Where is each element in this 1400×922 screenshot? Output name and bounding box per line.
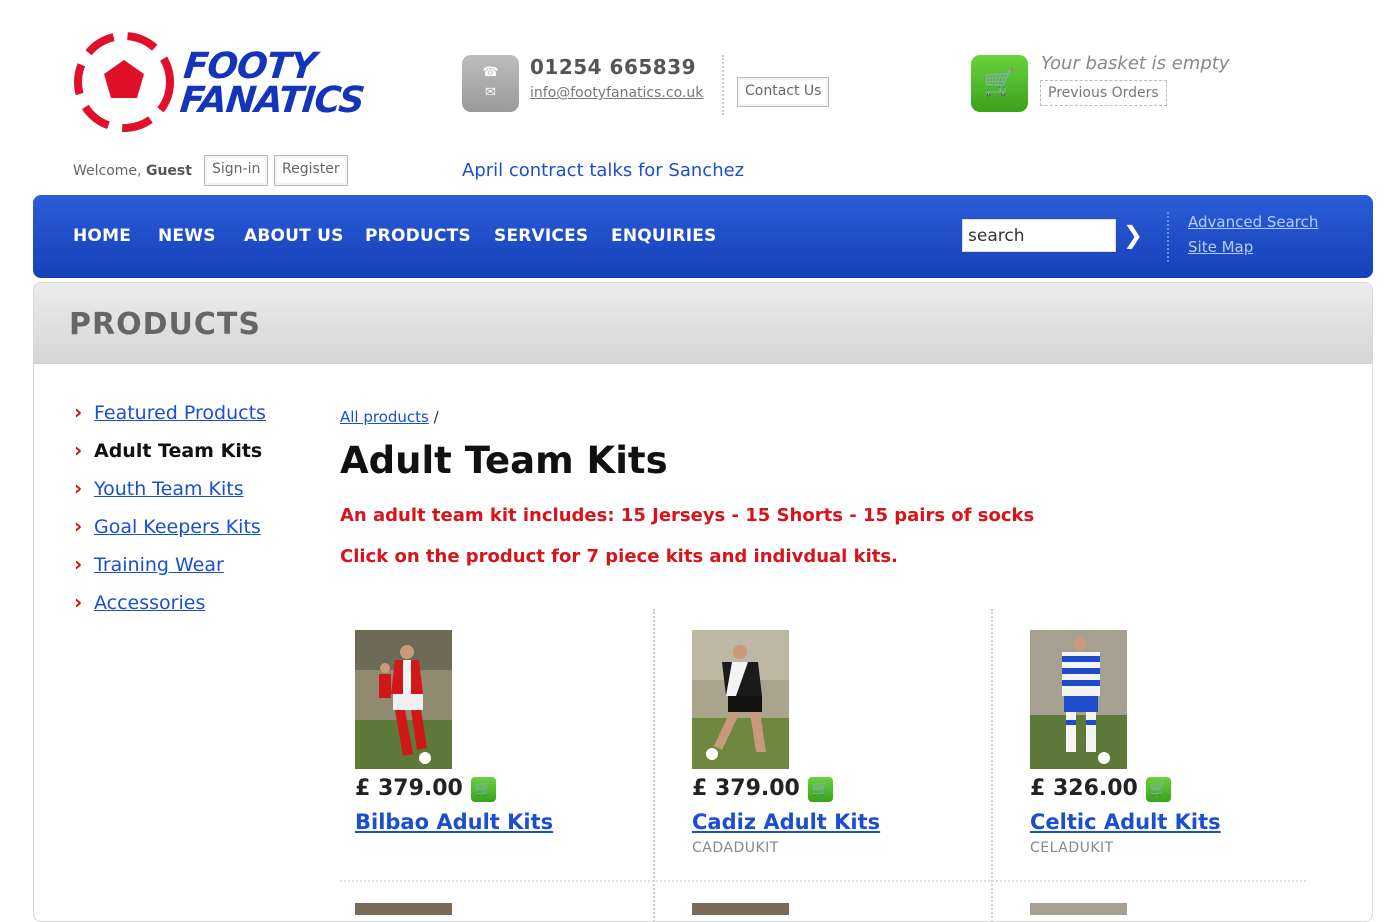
sidebar-item-label[interactable]: Featured Products <box>94 401 266 425</box>
nav-news[interactable]: NEWS <box>158 226 216 246</box>
product-price: £ 379.00 🛒 <box>355 776 496 802</box>
sidebar-item-featured-products[interactable]: › Featured Products <box>74 401 266 439</box>
sidebar-item-training-wear[interactable]: › Training Wear <box>74 553 266 591</box>
sidebar-item-goal-keepers-kits[interactable]: › Goal Keepers Kits <box>74 515 266 553</box>
sidebar-item-label[interactable]: Goal Keepers Kits <box>94 515 261 539</box>
add-to-cart-icon[interactable]: 🛒 <box>1145 777 1171 802</box>
nav-enquiries[interactable]: ENQUIRIES <box>611 226 717 246</box>
add-to-cart-icon[interactable]: 🛒 <box>470 777 496 802</box>
chevron-right-icon: › <box>74 590 83 614</box>
product-image-partial[interactable] <box>1030 903 1127 915</box>
product-code: CELADUKIT <box>1030 840 1114 856</box>
nav-services[interactable]: SERVICES <box>494 226 588 246</box>
products-panel: PRODUCTS › Featured Products › Adult Tea… <box>33 282 1373 922</box>
product-name-link[interactable]: Bilbao Adult Kits <box>355 810 553 834</box>
sign-in-button[interactable]: Sign-in <box>204 155 269 186</box>
football-logo-icon <box>74 32 174 132</box>
breadcrumb-all-products[interactable]: All products <box>340 408 429 426</box>
product-image-partial[interactable] <box>355 903 452 915</box>
contact-us-button[interactable]: Contact Us <box>737 77 830 107</box>
add-to-cart-icon[interactable]: 🛒 <box>807 777 833 802</box>
nav-home[interactable]: HOME <box>73 226 131 246</box>
sidebar-item-label: Adult Team Kits <box>94 440 263 462</box>
nav-products[interactable]: PRODUCTS <box>365 226 471 246</box>
logo-line-1: FOOTY <box>181 46 318 87</box>
chevron-right-icon: › <box>74 476 83 500</box>
product-code: CADADUKIT <box>692 840 779 856</box>
product-name-link[interactable]: Cadiz Adult Kits <box>692 810 880 834</box>
sidebar-item-accessories[interactable]: › Accessories <box>74 591 266 629</box>
footy-fanatics-logo[interactable]: FOOTY FANATICS <box>72 30 372 135</box>
chevron-right-icon: › <box>74 552 83 576</box>
sidebar-item-label[interactable]: Accessories <box>94 591 205 615</box>
chevron-right-icon[interactable]: ❯ <box>1123 221 1143 249</box>
page-title: Adult Team Kits <box>340 439 668 482</box>
phone-number: 01254 665839 <box>530 55 697 79</box>
email-link[interactable]: info@footyfanatics.co.uk <box>530 85 703 101</box>
phone-icon: ☎ <box>482 65 499 80</box>
grid-divider <box>340 880 1306 882</box>
panel-header: PRODUCTS <box>34 283 1372 364</box>
mail-icon: ✉ <box>485 85 496 100</box>
sidebar-item-label[interactable]: Youth Team Kits <box>94 477 244 501</box>
nav-about-us[interactable]: ABOUT US <box>244 226 344 246</box>
chevron-right-icon: › <box>74 400 83 424</box>
kit-contents-note: An adult team kit includes: 15 Jerseys -… <box>340 505 1035 526</box>
shopping-cart-icon[interactable]: 🛒 <box>971 55 1028 112</box>
welcome-message: Welcome, Guest <box>73 163 192 179</box>
product-image-partial[interactable] <box>692 903 789 915</box>
product-image[interactable] <box>355 630 452 769</box>
product-price: £ 379.00 🛒 <box>692 776 833 802</box>
register-button[interactable]: Register <box>274 155 348 186</box>
product-card: £ 379.00 🛒 Bilbao Adult Kits <box>355 630 655 870</box>
product-price: £ 326.00 🛒 <box>1030 776 1171 802</box>
search-input[interactable] <box>962 219 1116 252</box>
divider <box>722 55 724 115</box>
sidebar-item-adult-team-kits[interactable]: › Adult Team Kits <box>74 439 266 477</box>
contact-icon-box: ☎ ✉ <box>462 55 519 112</box>
chevron-right-icon: › <box>74 514 83 538</box>
news-ticker[interactable]: April contract talks for Sanchez <box>462 160 744 181</box>
main-navigation: HOME NEWS ABOUT US PRODUCTS SERVICES ENQ… <box>33 195 1373 278</box>
sidebar-item-youth-team-kits[interactable]: › Youth Team Kits <box>74 477 266 515</box>
product-image[interactable] <box>692 630 789 769</box>
divider <box>1167 212 1169 262</box>
previous-orders-button[interactable]: Previous Orders <box>1040 80 1167 106</box>
price-value: £ 326.00 <box>1030 776 1138 801</box>
section-title: PRODUCTS <box>69 307 261 342</box>
logo-line-2: FANATICS <box>178 80 366 121</box>
breadcrumb: All products / <box>340 408 439 426</box>
kit-options-note: Click on the product for 7 piece kits an… <box>340 546 898 567</box>
chevron-right-icon: › <box>74 438 83 462</box>
site-map-link[interactable]: Site Map <box>1188 238 1253 256</box>
category-sidebar: › Featured Products › Adult Team Kits › … <box>74 401 266 629</box>
product-image[interactable] <box>1030 630 1127 769</box>
basket-status: Your basket is empty <box>1041 53 1230 74</box>
product-card: £ 379.00 🛒 Cadiz Adult Kits CADADUKIT <box>692 630 992 870</box>
welcome-prefix: Welcome, <box>73 163 142 179</box>
breadcrumb-separator: / <box>433 408 439 426</box>
logo-wordmark: FOOTY FANATICS <box>178 46 369 121</box>
price-value: £ 379.00 <box>692 776 800 801</box>
product-card: £ 326.00 🛒 Celtic Adult Kits CELADUKIT <box>1030 630 1330 870</box>
advanced-search-link[interactable]: Advanced Search <box>1188 213 1318 231</box>
welcome-user: Guest <box>145 163 192 179</box>
price-value: £ 379.00 <box>355 776 463 801</box>
sidebar-item-label[interactable]: Training Wear <box>94 553 224 577</box>
product-name-link[interactable]: Celtic Adult Kits <box>1030 810 1221 834</box>
